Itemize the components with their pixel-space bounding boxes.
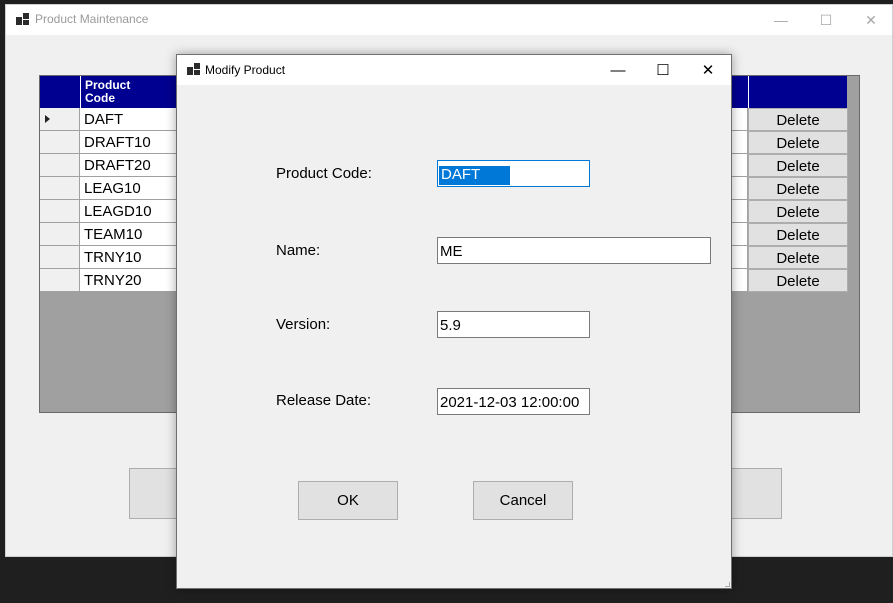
- row-header[interactable]: [40, 177, 80, 200]
- modify-cell[interactable]: [730, 269, 748, 292]
- delete-button[interactable]: Delete: [748, 108, 848, 131]
- app-icon: [16, 13, 29, 25]
- delete-button[interactable]: Delete: [748, 269, 848, 292]
- product-code-field[interactable]: DAFT: [437, 160, 590, 187]
- row-header[interactable]: [40, 154, 80, 177]
- row-header[interactable]: [40, 200, 80, 223]
- release-date-field[interactable]: 2021-12-03 12:00:00: [437, 388, 590, 415]
- row-header[interactable]: [40, 246, 80, 269]
- name-label: Name:: [276, 242, 321, 259]
- row-header[interactable]: [40, 223, 80, 246]
- delete-button[interactable]: Delete: [748, 200, 848, 223]
- row-header[interactable]: [40, 269, 80, 292]
- modify-cell[interactable]: [730, 154, 748, 177]
- delete-button[interactable]: Delete: [748, 154, 848, 177]
- modify-cell[interactable]: [730, 177, 748, 200]
- name-field[interactable]: ME: [437, 237, 711, 264]
- main-window-title: Product Maintenance: [35, 12, 149, 26]
- dialog-app-icon: [187, 63, 200, 75]
- row-header[interactable]: [40, 108, 80, 131]
- minimize-button[interactable]: —: [758, 5, 804, 35]
- modify-cell[interactable]: [730, 108, 748, 131]
- close-button[interactable]: ✕: [848, 5, 893, 35]
- row-header[interactable]: [40, 131, 80, 154]
- resize-grip[interactable]: [725, 582, 730, 587]
- modify-cell[interactable]: [730, 131, 748, 154]
- ok-button[interactable]: OK: [298, 481, 398, 520]
- modify-cell[interactable]: [730, 223, 748, 246]
- maximize-button[interactable]: ☐: [803, 5, 849, 35]
- version-label: Version:: [276, 316, 331, 333]
- product-code-value: DAFT: [439, 166, 511, 185]
- product-code-label: Product Code:: [276, 165, 372, 182]
- main-titlebar[interactable]: Product Maintenance — ☐ ✕: [6, 5, 892, 35]
- release-date-label: Release Date:: [276, 392, 372, 409]
- dialog-title: Modify Product: [205, 63, 286, 77]
- dialog-titlebar[interactable]: Modify Product — ☐ ✕: [177, 55, 731, 85]
- dialog-minimize-button[interactable]: —: [595, 55, 641, 85]
- modify-product-dialog: Modify Product — ☐ ✕ Product Code: DAFT …: [176, 54, 732, 589]
- version-field[interactable]: 5.9: [437, 311, 590, 338]
- delete-button[interactable]: Delete: [748, 131, 848, 154]
- delete-button[interactable]: Delete: [748, 246, 848, 269]
- dialog-close-button[interactable]: ✕: [685, 55, 731, 85]
- modify-cell[interactable]: [730, 246, 748, 269]
- column-header-modify[interactable]: [730, 76, 748, 108]
- modify-cell[interactable]: [730, 200, 748, 223]
- current-row-arrow-icon: [45, 115, 50, 123]
- delete-button[interactable]: Delete: [748, 223, 848, 246]
- column-header-delete[interactable]: [748, 76, 849, 108]
- dialog-maximize-button[interactable]: ☐: [640, 55, 686, 85]
- cancel-button[interactable]: Cancel: [473, 481, 573, 520]
- delete-button[interactable]: Delete: [748, 177, 848, 200]
